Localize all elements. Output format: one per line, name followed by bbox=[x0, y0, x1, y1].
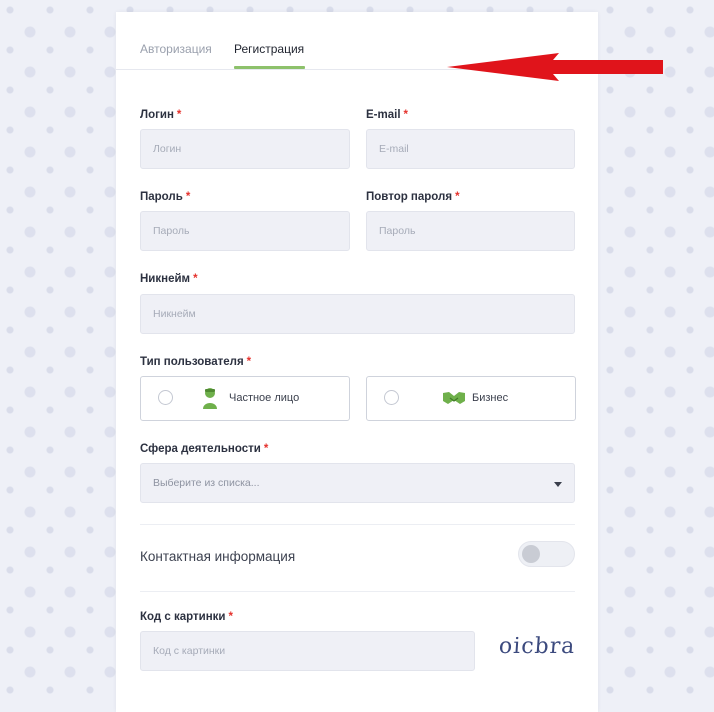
user-type-label: Тип пользователя * bbox=[140, 356, 251, 368]
password-repeat-label-text: Повтор пароля bbox=[366, 191, 453, 203]
toggle-knob bbox=[522, 545, 540, 563]
login-input[interactable] bbox=[140, 129, 350, 169]
user-type-label-text: Тип пользователя bbox=[140, 356, 244, 368]
login-label-text: Логин bbox=[140, 109, 174, 121]
business-option-label: Бизнес bbox=[472, 392, 509, 404]
registration-form-card: Авторизация Регистрация Логин* E-mail* П… bbox=[116, 12, 663, 712]
login-label: Логин * bbox=[140, 109, 181, 121]
activity-label-text: Сфера деятельности bbox=[140, 443, 261, 455]
business-radio[interactable] bbox=[384, 390, 399, 405]
password-repeat-label: Повтор пароля * bbox=[366, 191, 460, 203]
tab-login[interactable]: Авторизация bbox=[140, 42, 212, 56]
required-mark: * bbox=[455, 191, 460, 203]
nickname-label: Никнейм * bbox=[140, 273, 198, 285]
required-mark: * bbox=[193, 273, 198, 285]
nickname-input[interactable] bbox=[140, 294, 575, 334]
nickname-label-text: Никнейм bbox=[140, 273, 191, 285]
captcha-label-text: Код с картинки bbox=[140, 611, 226, 623]
private-radio[interactable] bbox=[158, 390, 173, 405]
password-label-text: Пароль bbox=[140, 191, 183, 203]
private-option-label: Частное лицо bbox=[229, 392, 300, 404]
activity-label: Сфера деятельности * bbox=[140, 443, 268, 455]
email-input[interactable] bbox=[366, 129, 575, 169]
user-type-option-business[interactable]: Бизнес bbox=[366, 376, 576, 421]
password-input[interactable] bbox=[140, 211, 350, 251]
captcha-input[interactable] bbox=[140, 631, 475, 671]
handshake-icon bbox=[443, 392, 465, 404]
required-mark: * bbox=[228, 611, 233, 623]
email-label: E-mail * bbox=[366, 109, 408, 121]
active-tab-indicator bbox=[234, 66, 305, 69]
password-repeat-input[interactable] bbox=[366, 211, 575, 251]
activity-select-placeholder: Выберите из списка... bbox=[153, 477, 260, 489]
captcha-label: Код с картинки * bbox=[140, 611, 233, 623]
required-mark: * bbox=[185, 191, 191, 203]
email-label-text: E-mail bbox=[366, 109, 401, 121]
caret-down-icon bbox=[554, 482, 562, 487]
activity-select[interactable]: Выберите из списка... bbox=[140, 463, 575, 503]
divider bbox=[140, 524, 575, 525]
password-label: Пароль * bbox=[140, 191, 190, 203]
required-mark: * bbox=[403, 109, 408, 121]
tab-register[interactable]: Регистрация bbox=[234, 42, 304, 56]
required-mark: * bbox=[263, 443, 269, 455]
red-arrow-annotation bbox=[447, 53, 663, 81]
user-type-option-private[interactable]: Частное лицо bbox=[140, 376, 350, 421]
captcha-image: oicbra bbox=[498, 634, 577, 659]
required-mark: * bbox=[246, 356, 252, 368]
required-mark: * bbox=[176, 109, 182, 121]
contact-info-title: Контактная информация bbox=[140, 549, 296, 564]
divider bbox=[140, 591, 575, 592]
contact-info-toggle[interactable] bbox=[518, 541, 575, 567]
person-icon bbox=[203, 388, 217, 409]
